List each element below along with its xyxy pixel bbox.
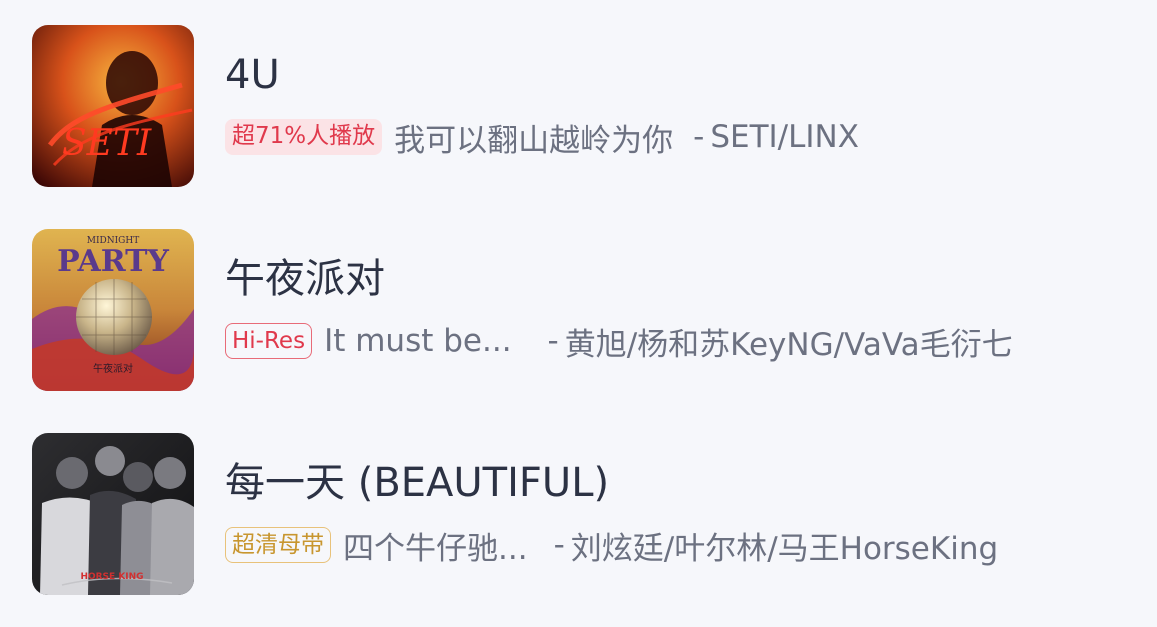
song-description: 我可以翻山越岭为你	[394, 122, 674, 159]
cover-lettering: PARTY	[57, 244, 169, 279]
song-artists[interactable]: SETI/LINX	[710, 119, 859, 155]
cover-lettering-bottom: 午夜派对	[93, 362, 133, 375]
separator: -	[693, 119, 705, 155]
song-row[interactable]: HORSE KING 每一天 (BEAUTIFUL) 超清母带 四个牛仔驰...…	[0, 429, 1157, 599]
song-list: SETI 4U 超71%人播放 我可以翻山越岭为你 - SETI/LINX MI…	[0, 0, 1157, 627]
cover-lettering: HORSE KING	[80, 572, 143, 582]
song-subtitle: 超清母带 四个牛仔驰... - 刘炫廷/叶尔林/马王HorseKing	[225, 523, 998, 567]
song-title: 4U	[225, 52, 280, 98]
album-cover[interactable]: HORSE KING	[32, 433, 194, 595]
song-subtitle: 超71%人播放 我可以翻山越岭为你 - SETI/LINX	[225, 115, 859, 159]
song-title: 每一天 (BEAUTIFUL)	[225, 460, 610, 506]
master-quality-badge: 超清母带	[225, 527, 331, 563]
song-description: It must be...	[324, 323, 512, 359]
song-row[interactable]: MIDNIGHT PARTY 午夜派对 午夜派对 Hi-Res It must …	[0, 225, 1157, 395]
song-artists[interactable]: 刘炫廷/叶尔林/马王HorseKing	[571, 523, 998, 568]
song-row[interactable]: SETI 4U 超71%人播放 我可以翻山越岭为你 - SETI/LINX	[0, 21, 1157, 191]
separator: -	[553, 527, 565, 563]
song-description: 四个牛仔驰...	[343, 530, 528, 567]
album-cover[interactable]: MIDNIGHT PARTY 午夜派对	[32, 229, 194, 391]
song-artists[interactable]: 黄旭/杨和苏KeyNG/VaVa毛衍七	[565, 319, 1013, 364]
cover-lettering: SETI	[62, 123, 152, 164]
separator: -	[547, 323, 559, 359]
hires-badge: Hi-Res	[225, 323, 313, 359]
song-subtitle: Hi-Res It must be... - 黄旭/杨和苏KeyNG/VaVa毛…	[225, 319, 1013, 363]
song-title: 午夜派对	[225, 256, 385, 302]
album-cover[interactable]: SETI	[32, 25, 194, 187]
play-stat-badge: 超71%人播放	[225, 119, 383, 155]
